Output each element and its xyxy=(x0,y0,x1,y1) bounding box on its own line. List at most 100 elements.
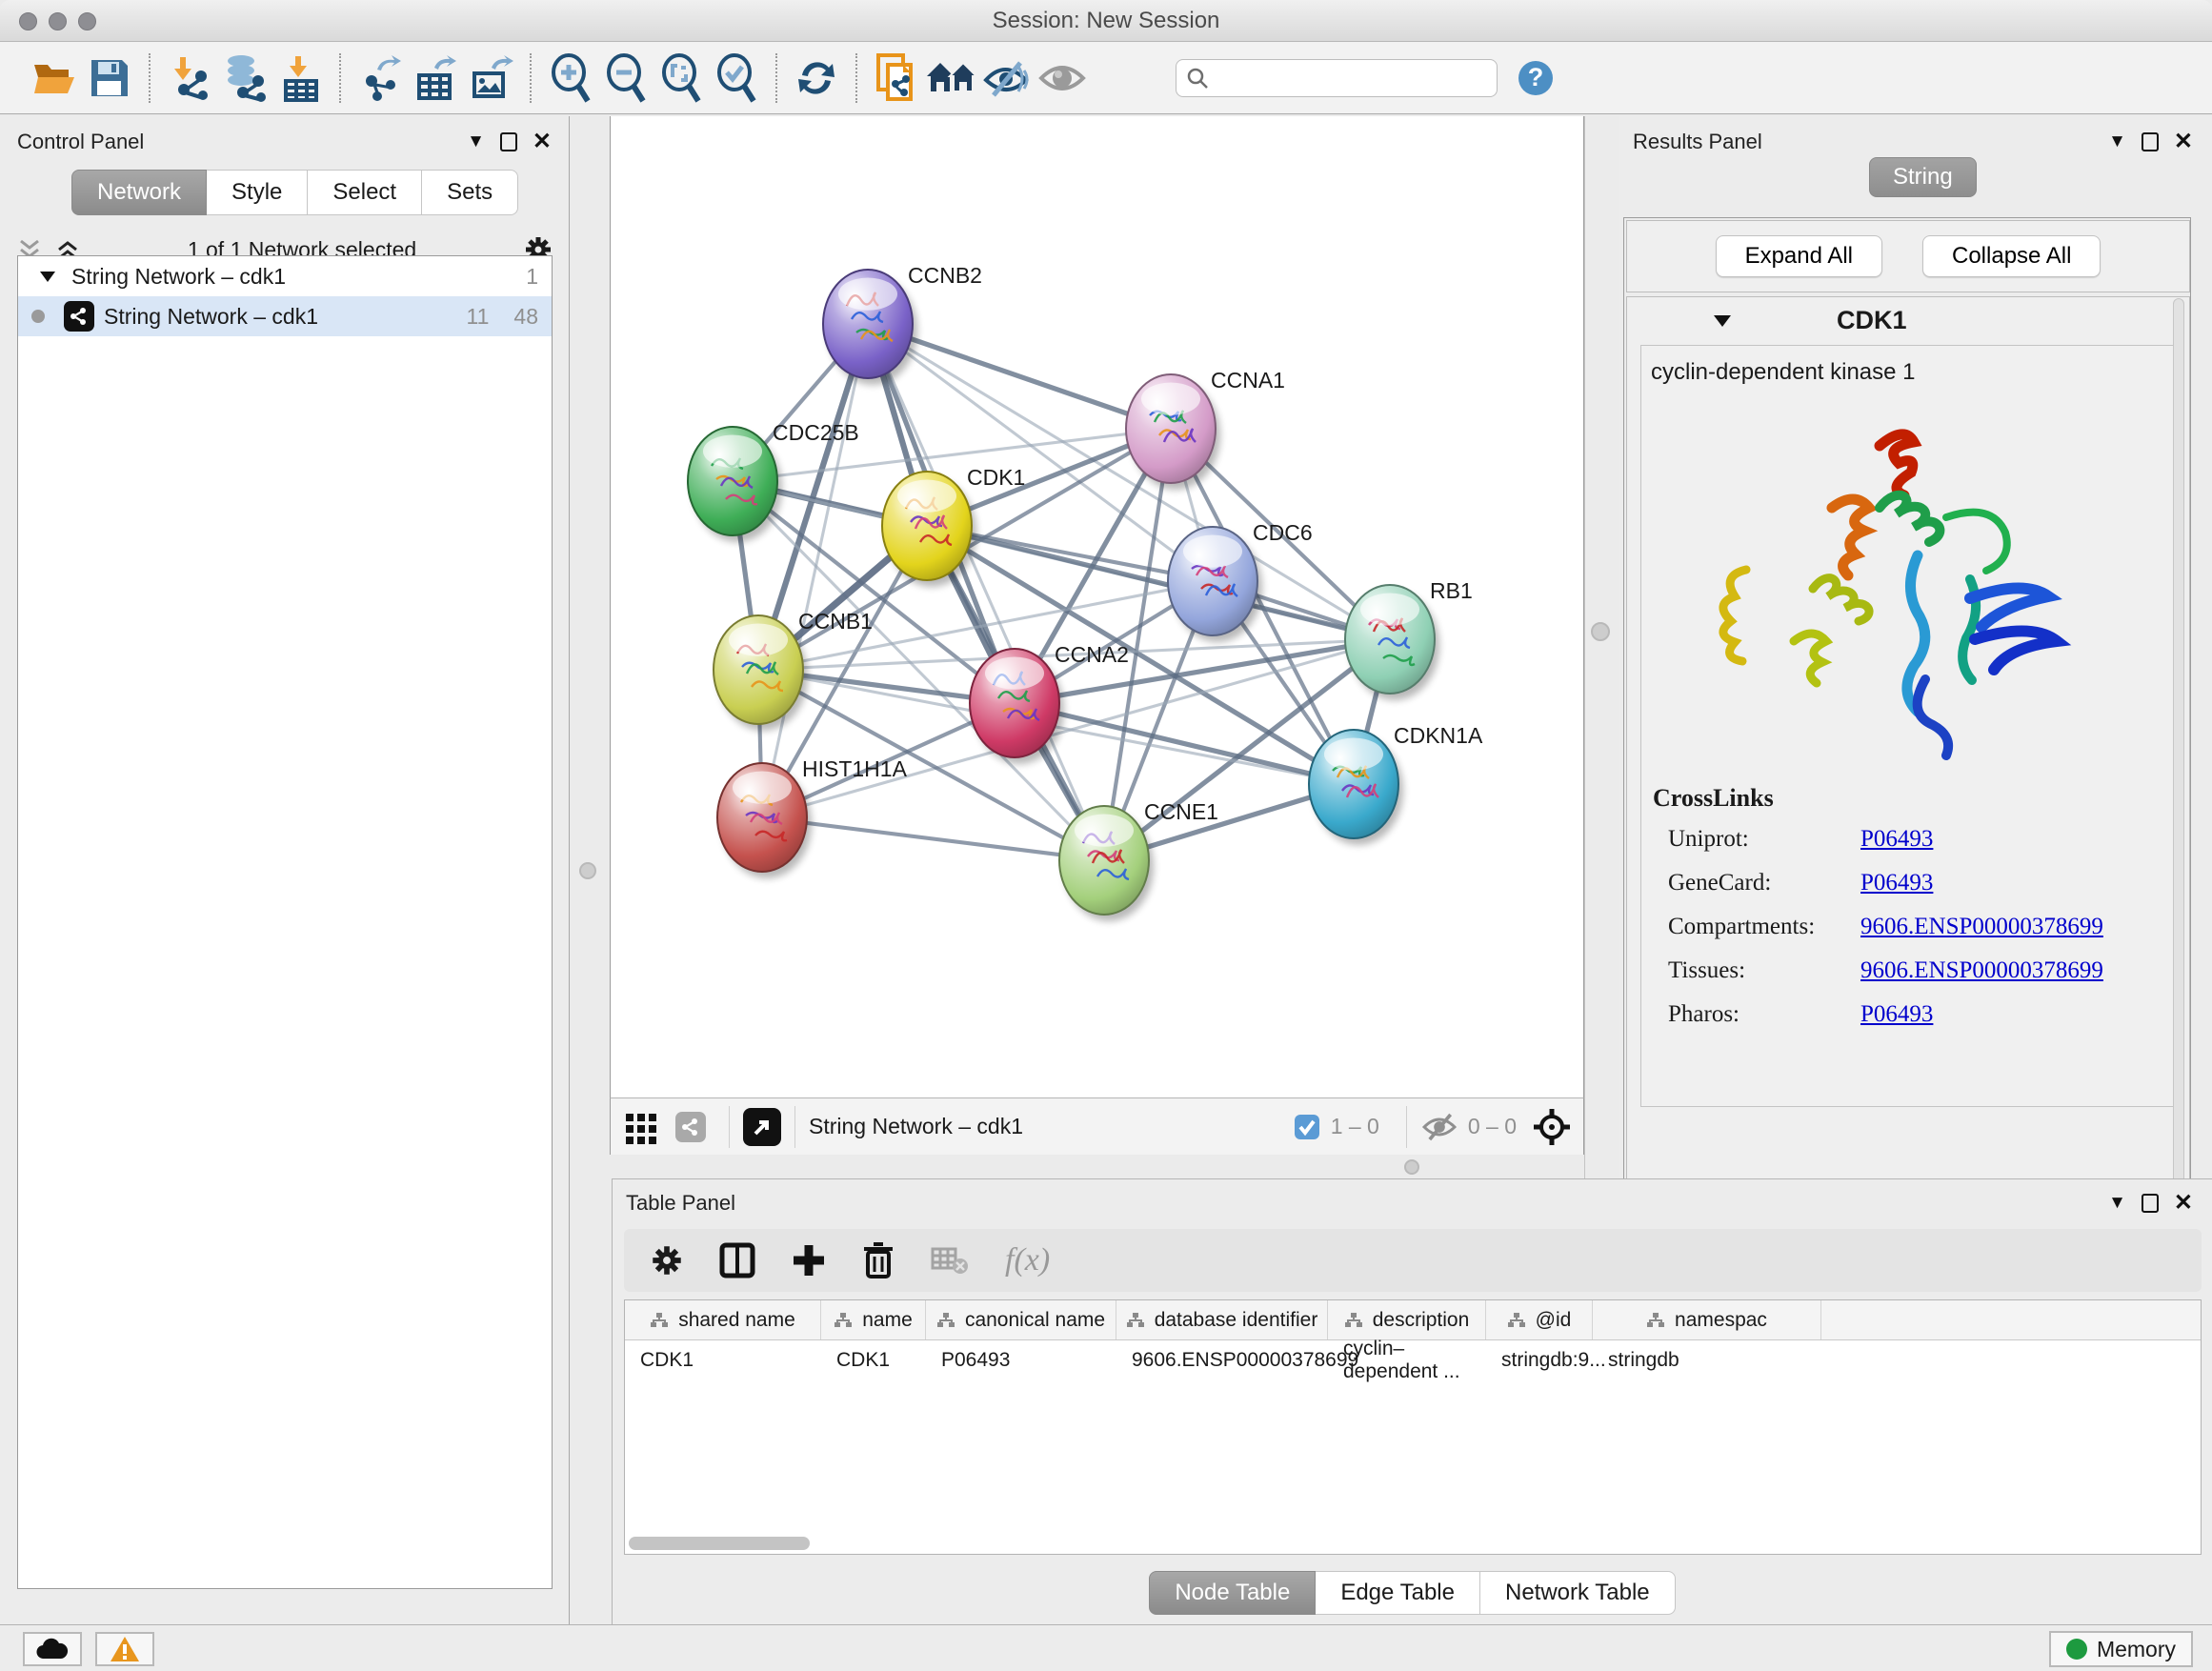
edge-ccnb2-hist1h1a[interactable] xyxy=(762,324,868,817)
crosslink-link[interactable]: P06493 xyxy=(1860,826,1933,853)
splitter-grip[interactable] xyxy=(579,862,596,879)
table-row[interactable]: CDK1CDK1P064939606.ENSP00000378699cyclin… xyxy=(625,1340,2201,1380)
network-view-icon[interactable] xyxy=(675,1112,706,1142)
node-cdkn1a[interactable]: CDKN1A xyxy=(1309,723,1483,845)
tab-style[interactable]: Style xyxy=(207,170,308,215)
cloud-status-button[interactable] xyxy=(23,1632,82,1666)
column-header-description[interactable]: description xyxy=(1328,1300,1486,1339)
search-input[interactable] xyxy=(1209,67,1476,90)
zoom-fit-button[interactable] xyxy=(654,50,709,106)
table-cell[interactable]: P06493 xyxy=(926,1340,1116,1380)
tab-node-table[interactable]: Node Table xyxy=(1149,1571,1316,1615)
open-session-button[interactable] xyxy=(27,50,82,106)
panel-float-icon[interactable] xyxy=(500,132,517,151)
delete-column-trash-icon[interactable] xyxy=(862,1242,895,1278)
column-header-canonical-name[interactable]: canonical name xyxy=(926,1300,1116,1339)
collection-expand-icon[interactable] xyxy=(39,270,56,283)
selected-checkbox-icon[interactable] xyxy=(1293,1113,1321,1141)
panel-collapse-icon[interactable]: ▼ xyxy=(467,131,485,152)
node-hist1h1a[interactable]: HIST1H1A xyxy=(717,756,908,878)
hide-selected-button[interactable] xyxy=(979,50,1035,106)
table-cell[interactable]: stringdb xyxy=(1593,1340,1821,1380)
show-all-button[interactable] xyxy=(1035,50,1090,106)
panel-close-icon[interactable]: ✕ xyxy=(533,128,552,155)
import-network-database-button[interactable] xyxy=(217,50,272,106)
warnings-button[interactable] xyxy=(95,1632,154,1666)
table-cell[interactable]: stringdb:9... xyxy=(1486,1340,1593,1380)
node-cdc6[interactable]: CDC6 xyxy=(1168,520,1313,642)
crosslink-link[interactable]: P06493 xyxy=(1860,870,1933,896)
panel-close-icon[interactable]: ✕ xyxy=(2174,128,2193,155)
column-header-namespac[interactable]: namespac xyxy=(1593,1300,1821,1339)
table-cell[interactable]: CDK1 xyxy=(821,1340,926,1380)
node-ccnb1[interactable]: CCNB1 xyxy=(714,609,873,731)
network-row[interactable]: String Network – cdk1 11 48 xyxy=(18,296,552,336)
panel-float-icon[interactable] xyxy=(2142,132,2159,151)
select-columns-icon[interactable] xyxy=(719,1242,755,1278)
tab-sets[interactable]: Sets xyxy=(422,170,518,215)
birdseye-view-button[interactable] xyxy=(743,1108,781,1146)
zoom-out-button[interactable] xyxy=(598,50,654,106)
save-session-button[interactable] xyxy=(82,50,137,106)
panel-collapse-icon[interactable]: ▼ xyxy=(2108,131,2126,152)
table-cell[interactable]: cyclin–dependent ... xyxy=(1328,1340,1486,1380)
add-column-plus-icon[interactable] xyxy=(792,1243,826,1278)
crosslink-link[interactable]: 9606.ENSP00000378699 xyxy=(1860,914,2103,940)
left-splitter[interactable] xyxy=(571,116,610,1624)
panel-float-icon[interactable] xyxy=(2142,1194,2159,1213)
memory-button[interactable]: Memory xyxy=(2049,1631,2193,1667)
panel-collapse-icon[interactable]: ▼ xyxy=(2108,1193,2126,1214)
column-header-name[interactable]: name xyxy=(821,1300,926,1339)
function-builder-icon[interactable]: f(x) xyxy=(1005,1242,1050,1278)
expand-all-button[interactable]: Expand All xyxy=(1716,235,1882,277)
node-table[interactable]: shared namenamecanonical namedatabase id… xyxy=(624,1299,2202,1555)
import-network-file-button[interactable] xyxy=(162,50,217,106)
crosslink-link[interactable]: 9606.ENSP00000378699 xyxy=(1860,957,2103,984)
grid-view-icon[interactable] xyxy=(624,1110,658,1144)
table-cell[interactable]: 9606.ENSP00000378699 xyxy=(1116,1340,1328,1380)
table-settings-gear-icon[interactable] xyxy=(651,1244,683,1277)
protein-section-header[interactable]: CDK1 xyxy=(1627,297,2189,343)
tab-network[interactable]: Network xyxy=(71,170,207,215)
section-expand-icon[interactable] xyxy=(1713,313,1732,328)
node-ccna1[interactable]: CCNA1 xyxy=(1126,368,1285,490)
fit-selection-crosshair-icon[interactable] xyxy=(1532,1107,1572,1147)
tab-string[interactable]: String xyxy=(1869,157,1977,197)
node-rb1[interactable]: RB1 xyxy=(1345,578,1473,700)
zoom-selected-button[interactable] xyxy=(709,50,764,106)
delete-table-icon[interactable] xyxy=(931,1245,969,1276)
column-header--id[interactable]: @id xyxy=(1486,1300,1593,1339)
table-hscrollbar-thumb[interactable] xyxy=(629,1537,810,1550)
tab-select[interactable]: Select xyxy=(308,170,422,215)
crosslink-link[interactable]: P06493 xyxy=(1860,1001,1933,1028)
node-ccnb2[interactable]: CCNB2 xyxy=(823,263,982,385)
hidden-eye-icon[interactable] xyxy=(1420,1112,1458,1142)
node-ccne1[interactable]: CCNE1 xyxy=(1059,799,1218,921)
export-table-button[interactable] xyxy=(408,50,463,106)
splitter-grip[interactable] xyxy=(1591,622,1610,641)
column-header-database-identifier[interactable]: database identifier xyxy=(1116,1300,1328,1339)
right-splitter[interactable] xyxy=(1584,116,1619,1178)
results-scrollbar[interactable] xyxy=(2173,298,2184,1184)
panel-close-icon[interactable]: ✕ xyxy=(2174,1189,2193,1217)
edge-hist1h1a-ccne1[interactable] xyxy=(762,817,1104,860)
network-canvas[interactable]: CCNB2CCNA1CDC25BCDK1CDC6RB1CCNB1CCNA2CDK… xyxy=(610,116,1584,1097)
collapse-all-button[interactable]: Collapse All xyxy=(1922,235,2101,277)
help-button[interactable]: ? xyxy=(1518,61,1553,95)
node-ccna2[interactable]: CCNA2 xyxy=(970,642,1129,764)
network-graph[interactable]: CCNB2CCNA1CDC25BCDK1CDC6RB1CCNB1CCNA2CDK… xyxy=(611,116,1583,1096)
first-neighbors-button[interactable] xyxy=(924,50,979,106)
table-cell[interactable]: CDK1 xyxy=(625,1340,821,1380)
column-header-shared-name[interactable]: shared name xyxy=(625,1300,821,1339)
export-image-button[interactable] xyxy=(463,50,518,106)
apply-layout-button[interactable] xyxy=(789,50,844,106)
tab-edge-table[interactable]: Edge Table xyxy=(1316,1571,1480,1615)
export-network-button[interactable] xyxy=(352,50,408,106)
zoom-in-button[interactable] xyxy=(543,50,598,106)
tab-network-table[interactable]: Network Table xyxy=(1480,1571,1676,1615)
search-field[interactable] xyxy=(1176,59,1498,97)
import-table-file-button[interactable] xyxy=(272,50,328,106)
network-collection-row[interactable]: String Network – cdk1 1 xyxy=(18,256,552,296)
clone-network-button[interactable] xyxy=(869,50,924,106)
table-splitter-grip[interactable] xyxy=(1404,1159,1419,1175)
